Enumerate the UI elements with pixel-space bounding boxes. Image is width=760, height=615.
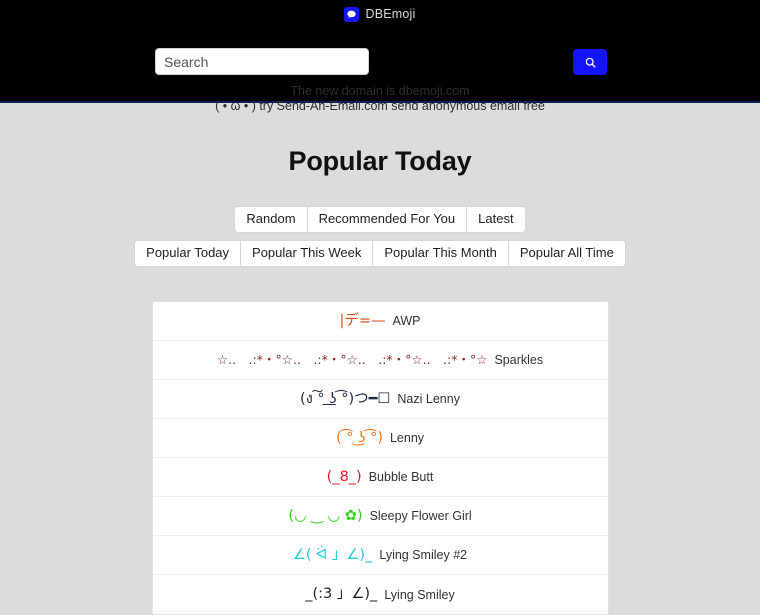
emoji-art: (◡ ‿ ◡ ✿) (288, 507, 363, 524)
main-content: Popular Today Random Recommended For You L… (0, 103, 760, 615)
site-notice: The new domain is dbemoji.com ( • ω • ) … (0, 64, 760, 114)
emoji-label: Sparkles (494, 353, 544, 367)
emoji-art: ∠( ᐛ 」∠)_ (292, 546, 373, 563)
filter-row-1-wrap: Random Recommended For You Latest (0, 177, 760, 233)
emoji-row[interactable]: _(:3 」∠)_ Lying Smiley (153, 575, 608, 614)
emoji-row[interactable]: ∠( ᐛ 」∠)_ Lying Smiley #2 (152, 536, 608, 575)
emoji-row[interactable]: (_8_) Bubble Butt (152, 458, 608, 497)
brand[interactable]: DBEmoji (0, 0, 760, 24)
emoji-row[interactable]: ☆.. .:*・°☆.. .:*・°☆.. .:*・°☆.. .:*・°☆ Spa… (152, 341, 608, 380)
speech-bubble-icon (344, 6, 360, 22)
period-button-1[interactable]: Popular This Week (240, 240, 373, 267)
emoji-art: |デ=— (339, 312, 386, 329)
period-button-3[interactable]: Popular All Time (507, 240, 626, 267)
emoji-label: Lenny (389, 431, 425, 445)
emoji-art: (ง ͠° ͟ʖ ͡°)つ━☐ (300, 390, 391, 407)
emoji-row[interactable]: (◡ ‿ ◡ ✿) Sleepy Flower Girl (152, 497, 608, 536)
emoji-art: ☆.. .:*・°☆.. .:*・°☆.. .:*・°☆.. .:*・°☆ (216, 351, 488, 367)
period-button-2[interactable]: Popular This Month (372, 240, 508, 267)
emoji-label: Lying Smiley (384, 587, 455, 602)
emoji-row[interactable]: (ง ͠° ͟ʖ ͡°)つ━☐ Nazi Lenny (152, 380, 608, 419)
emoji-art: ( ͡° ͜ʖ ͡°) (335, 429, 383, 446)
page-title: Popular Today (288, 146, 472, 176)
emoji-label: Lying Smiley #2 (379, 548, 468, 562)
filter-row-2: Popular Today Popular This Week Popular Th… (134, 240, 626, 267)
notice-line-1: The new domain is dbemoji.com (290, 84, 470, 98)
emoji-label: Bubble Butt (368, 470, 434, 484)
emoji-label: Sleepy Flower Girl (369, 509, 472, 523)
filter-row-1: Random Recommended For You Latest (234, 206, 526, 233)
emoji-art: (_8_) (326, 468, 362, 485)
emoji-label: AWP (392, 314, 421, 328)
emoji-row[interactable]: ( ͡° ͜ʖ ͡°) Lenny (152, 419, 608, 458)
emoji-list: |デ=— AWP ☆.. .:*・°☆.. .:*・°☆.. .:*・°☆.. .:… (151, 301, 609, 615)
search-row (0, 24, 760, 75)
site-header: DBEmoji The new domain is dbemoji.com ( … (0, 0, 760, 113)
notice-line-2: ( • ω • ) try Send-An-Email.com send ano… (215, 99, 545, 113)
filter-button-2[interactable]: Latest (466, 206, 526, 233)
emoji-row[interactable]: |デ=— AWP (152, 302, 608, 341)
search-input[interactable] (155, 48, 369, 75)
search-icon (584, 56, 597, 69)
brand-name: DBEmoji (365, 6, 416, 21)
filter-button-0[interactable]: Random (234, 206, 307, 233)
period-button-0[interactable]: Popular Today (134, 240, 241, 267)
filter-row-2-wrap: Popular Today Popular This Week Popular Th… (0, 233, 760, 267)
search-button[interactable] (573, 49, 607, 75)
filter-button-1[interactable]: Recommended For You (306, 206, 467, 233)
emoji-label: Nazi Lenny (397, 392, 460, 406)
